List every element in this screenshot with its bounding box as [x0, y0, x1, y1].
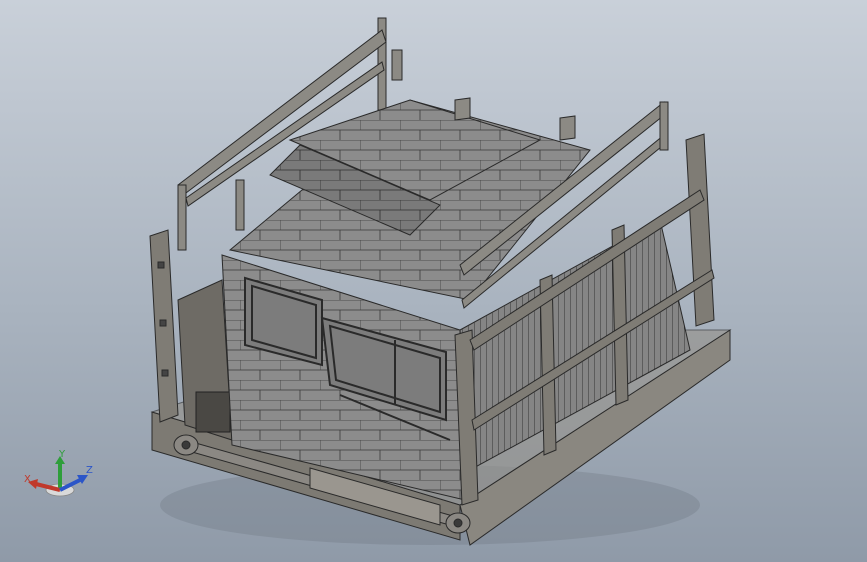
left-post[interactable] [149, 229, 179, 423]
bracket-left [195, 391, 231, 433]
triad-z-label: Z [86, 465, 93, 476]
triad-y-label: Y [59, 449, 66, 460]
orientation-triad[interactable]: X Y Z [18, 448, 98, 508]
cad-model[interactable] [0, 0, 867, 562]
cad-graphics-viewport[interactable]: X Y Z [0, 0, 867, 562]
triad-x-label: X [24, 474, 31, 485]
